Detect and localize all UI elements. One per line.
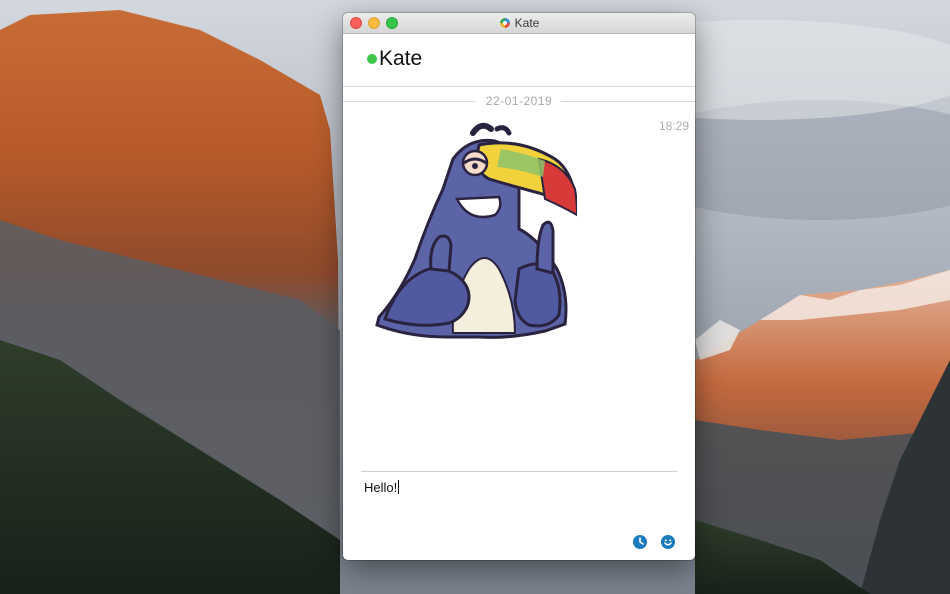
message-input-text: Hello! (364, 480, 398, 495)
message-input[interactable]: Hello! (364, 480, 400, 495)
message-time: 18:29 (658, 119, 689, 133)
title-bar[interactable]: Kate (343, 13, 695, 34)
chat-window: Kate Kate 22-01-2019 18:29 Hello! (343, 13, 695, 560)
chat-header: Kate (343, 34, 695, 87)
text-caret (398, 480, 400, 494)
smile-icon[interactable] (661, 535, 675, 549)
window-title: Kate (514, 16, 540, 30)
date-separator: 22-01-2019 (343, 87, 695, 115)
window-title-group: Kate (343, 16, 695, 30)
clock-icon[interactable] (633, 535, 647, 549)
contact-name[interactable]: Kate (379, 47, 422, 71)
online-status-icon (367, 54, 377, 64)
date-separator-line-right (561, 101, 695, 102)
app-logo-icon (499, 18, 510, 28)
toucan-thumbs-up-sticker[interactable] (369, 119, 577, 341)
desktop: Kate Kate 22-01-2019 18:29 Hello! (0, 0, 950, 594)
composer-divider (361, 471, 677, 472)
